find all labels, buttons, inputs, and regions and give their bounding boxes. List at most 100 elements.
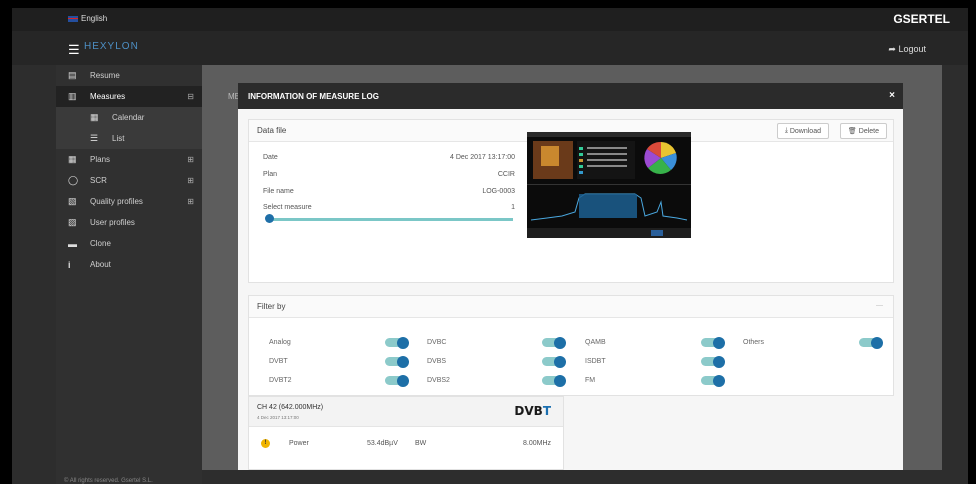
sidebar-item-clone[interactable]: ▬ Clone <box>56 233 202 254</box>
info-icon: i <box>68 259 71 270</box>
footer-copyright: © All rights reserved. Gsertel S.L. <box>64 478 153 484</box>
sidebar-item-label: Clone <box>90 239 111 248</box>
close-icon[interactable]: × <box>889 90 895 101</box>
date-value: 4 Dec 2017 13:17:00 <box>450 154 515 161</box>
filter-panel: Filter by — Analog DVBC QAMB Others DVBT… <box>248 295 894 396</box>
sidebar-item-label: Calendar <box>112 113 145 122</box>
channel-date: 4 Dec 2017 13:17:00 <box>257 415 299 420</box>
measure-screenshot-thumbnail <box>527 132 691 238</box>
header-bar: ☰ HEXYLON ➦ Logout <box>12 31 968 65</box>
users-icon: ▨ <box>68 217 77 227</box>
expand-icon[interactable]: ⊞ <box>187 197 194 206</box>
language-selector[interactable]: English <box>68 14 107 23</box>
sidebar-item-label: Measures <box>90 92 126 101</box>
sidebar-item-measures[interactable]: ▥ Measures ⊟ <box>56 86 202 107</box>
warning-icon: ! <box>261 439 270 448</box>
dvb-logo-part: T <box>542 404 551 418</box>
toggle-dvbs[interactable] <box>542 355 566 368</box>
toggle-isdbt[interactable] <box>701 355 725 368</box>
power-label: Power <box>289 440 309 447</box>
panel-title: Data file <box>257 126 287 135</box>
sidebar-item-label: SCR <box>90 176 107 185</box>
date-label: Date <box>263 154 278 161</box>
sidebar-item-plans[interactable]: ▦ Plans ⊞ <box>56 149 202 170</box>
dvb-logo-part: B <box>533 404 543 418</box>
toggle-dvbs2[interactable] <box>542 374 566 387</box>
panel-title: Filter by <box>257 302 286 311</box>
bw-label: BW <box>415 440 427 447</box>
expand-icon[interactable]: ⊞ <box>187 176 194 185</box>
sidebar-item-calendar[interactable]: ▦ Calendar <box>56 107 202 128</box>
brand-name: GSERTEL <box>893 12 950 26</box>
profile-icon: ▧ <box>68 196 77 206</box>
delete-label: Delete <box>858 127 879 135</box>
plan-value: CCIR <box>497 171 515 178</box>
sidebar-item-label: Quality profiles <box>90 197 143 206</box>
uk-flag-icon <box>68 15 78 22</box>
delete-button[interactable]: 🗑 Delete <box>839 123 887 139</box>
sidebar-item-about[interactable]: i About <box>56 254 202 275</box>
sidebar-item-quality-profiles[interactable]: ▧ Quality profiles ⊞ <box>56 191 202 212</box>
filter-label-dvbt2: DVBT2 <box>269 377 292 384</box>
measure-slider-handle[interactable] <box>265 214 274 223</box>
filter-label-fm: FM <box>585 377 596 384</box>
measure-log-modal: INFORMATION OF MEASURE LOG × Data file ⤓… <box>238 83 903 470</box>
menu-icon[interactable]: ☰ <box>68 42 80 58</box>
app-window: English GSERTEL ☰ HEXYLON ➦ Logout ▤ Resu… <box>12 8 968 484</box>
book-icon: ▤ <box>68 70 77 80</box>
sidebar: ▤ Resume ▥ Measures ⊟ ▦ Calendar ☰ List ▦ Plan… <box>56 65 202 484</box>
dvbt-logo: DVBT <box>514 404 551 418</box>
toggle-dvbt[interactable] <box>385 355 409 368</box>
toggle-others[interactable] <box>859 336 883 349</box>
logout-button[interactable]: ➦ Logout <box>888 44 926 55</box>
plan-row: Plan CCIR <box>263 171 515 178</box>
modal-body: Data file ⤓ Download 🗑 Delete Date 4 Dec … <box>238 109 903 470</box>
dvb-logo-part: DV <box>514 404 534 418</box>
grid-icon: ▦ <box>68 154 77 164</box>
download-button[interactable]: ⤓ Download <box>776 123 829 139</box>
filter-label-analog: Analog <box>269 339 291 346</box>
expand-icon[interactable]: ⊞ <box>187 155 194 164</box>
calendar-icon: ▦ <box>90 112 99 122</box>
bw-value: 8.00MHz <box>523 440 552 447</box>
measure-slider-track[interactable] <box>267 218 513 221</box>
toggle-analog[interactable] <box>385 336 409 349</box>
sidebar-item-label: List <box>112 134 125 143</box>
date-row: Date 4 Dec 2017 13:17:00 <box>263 154 515 161</box>
circle-icon: ◯ <box>68 175 79 185</box>
filter-label-dvbc: DVBC <box>427 339 447 346</box>
channel-card-header: CH 42 (642.000MHz) 4 Dec 2017 13:17:00 D… <box>249 397 563 427</box>
toggle-fm[interactable] <box>701 374 725 387</box>
file-value: LOG-0003 <box>482 188 515 195</box>
sidebar-item-label: Plans <box>90 155 111 164</box>
sidebar-item-scr[interactable]: ◯ SCR ⊞ <box>56 170 202 191</box>
collapse-icon[interactable]: ⊟ <box>187 92 194 101</box>
language-label: English <box>81 14 108 23</box>
modal-header: INFORMATION OF MEASURE LOG × <box>238 83 903 109</box>
sidebar-item-label: Resume <box>90 71 120 80</box>
channel-title: CH 42 (642.000MHz) <box>257 404 324 411</box>
list-icon: ☰ <box>90 133 99 143</box>
sidebar-item-user-profiles[interactable]: ▨ User profiles <box>56 212 202 233</box>
toggle-qamb[interactable] <box>701 336 725 349</box>
filter-label-dvbs: DVBS <box>427 358 447 365</box>
filter-label-dvbs2: DVBS2 <box>427 377 450 384</box>
sidebar-item-resume[interactable]: ▤ Resume <box>56 65 202 86</box>
measure-value: 1 <box>511 204 515 211</box>
power-value: 53.4dBµV <box>367 440 398 447</box>
filter-header: Filter by — <box>249 296 893 318</box>
file-row: File name LOG-0003 <box>263 188 515 195</box>
toggle-dvbc[interactable] <box>542 336 566 349</box>
file-label: File name <box>263 188 294 195</box>
modal-title: INFORMATION OF MEASURE LOG <box>248 91 379 101</box>
measure-row: Select measure 1 <box>263 204 515 211</box>
collapse-icon[interactable]: — <box>876 302 883 309</box>
filter-label-others: Others <box>743 339 765 346</box>
sidebar-item-list[interactable]: ☰ List <box>56 128 202 149</box>
toggle-dvbt2[interactable] <box>385 374 409 387</box>
plan-label: Plan <box>263 171 278 178</box>
filter-label-isdbt: ISDBT <box>585 358 606 365</box>
channel-card[interactable]: CH 42 (642.000MHz) 4 Dec 2017 13:17:00 D… <box>248 396 564 470</box>
filter-label-dvbt: DVBT <box>269 358 288 365</box>
logout-label: Logout <box>898 44 926 54</box>
